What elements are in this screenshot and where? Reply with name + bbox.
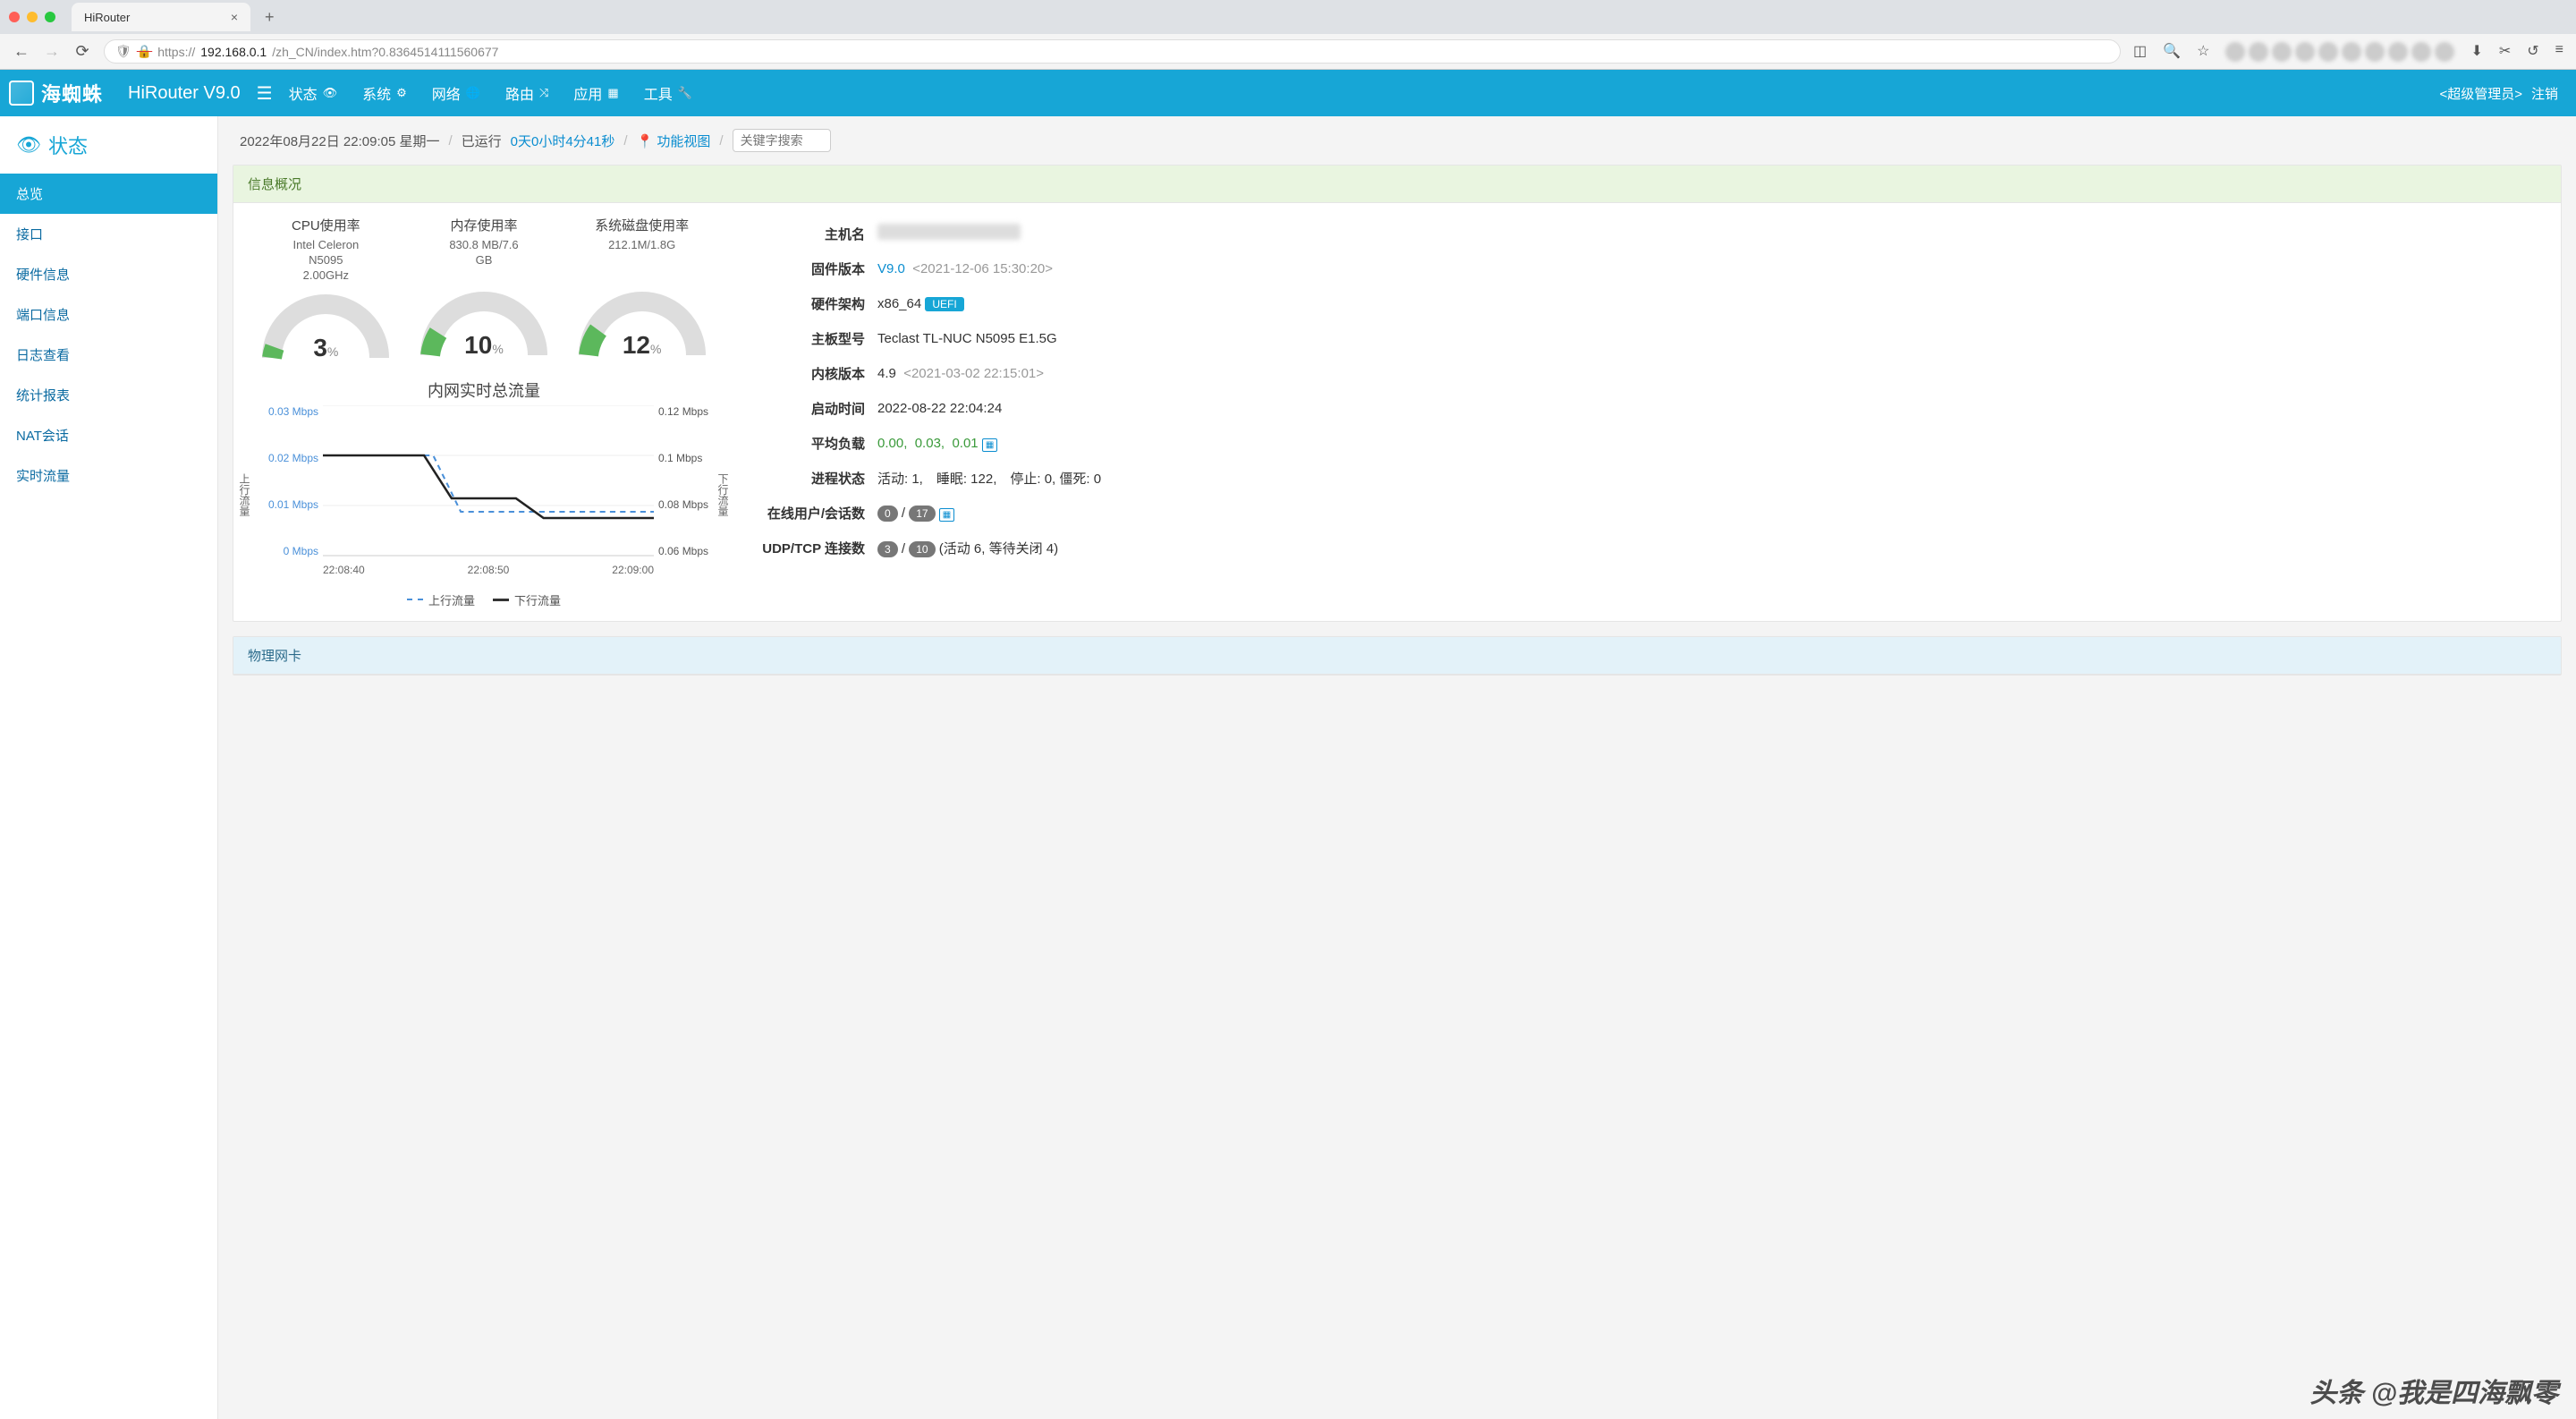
panel-header-overview: 信息概况 <box>233 166 2561 203</box>
nav-network[interactable]: 网络🌐 <box>432 82 480 104</box>
zoom-icon[interactable]: 🔍 <box>2163 42 2181 62</box>
traffic-plot <box>323 405 654 557</box>
traffic-chart: 内网实时总流量 上行流量 下行流量 0.03 Mbps0.02 Mbps0.01… <box>251 378 716 608</box>
chart-legend: 上行流量 下行流量 <box>251 591 716 608</box>
app-title: HiRouter V9.0 <box>128 83 241 104</box>
gear-icon: ⚙ <box>396 86 407 100</box>
grid-icon: ▦ <box>607 86 618 100</box>
logo[interactable]: 海蜘蛛 <box>0 79 112 107</box>
y-axis-right: 0.12 Mbps0.1 Mbps0.08 Mbps0.06 Mbps <box>658 405 716 557</box>
window-maximize[interactable] <box>45 12 55 22</box>
sidebar: 👁 状态 总览 接口 硬件信息 端口信息 日志查看 统计报表 NAT会话 实时流… <box>0 116 218 1419</box>
gauge-disk: 系统磁盘使用率 212.1M/1.8G 12% <box>571 216 714 362</box>
window-controls <box>9 12 55 22</box>
eye-icon: 👁 <box>16 133 41 157</box>
browser-tab[interactable]: HiRouter × <box>72 3 250 31</box>
hostname-value <box>877 224 1021 240</box>
sidebar-item-traffic[interactable]: 实时流量 <box>0 455 217 496</box>
system-info: 主机名 固件版本V9.0 <2021-12-06 15:30:20> 硬件架构x… <box>734 216 2543 608</box>
gauges: CPU使用率 Intel CeleronN50952.00GHz 3% 内存 <box>251 216 716 362</box>
logout-link[interactable]: 注销 <box>2531 84 2558 103</box>
close-icon[interactable]: × <box>231 10 238 24</box>
sidebar-item-log[interactable]: 日志查看 <box>0 335 217 375</box>
sidebar-item-port[interactable]: 端口信息 <box>0 294 217 335</box>
sidebar-item-interface[interactable]: 接口 <box>0 214 217 254</box>
breadcrumb: 2022年08月22日 22:09:05 星期一 / 已运行 0天0小时4分41… <box>233 116 2562 165</box>
reload-button[interactable]: ⟳ <box>73 42 91 61</box>
url-path: /zh_CN/index.htm?0.8364514111560677 <box>272 45 498 59</box>
new-tab-button[interactable]: + <box>258 8 282 27</box>
user-area: <超级管理员> 注销 <box>2439 84 2558 103</box>
gauge-cpu: CPU使用率 Intel CeleronN50952.00GHz 3% <box>254 216 397 362</box>
uptime-label: 已运行 <box>462 132 502 150</box>
nav-tools[interactable]: 工具🔧 <box>644 82 692 104</box>
nav-status[interactable]: 状态👁 <box>289 82 338 104</box>
nav-system[interactable]: 系统⚙ <box>362 82 407 104</box>
bookmark-icon[interactable]: ☆ <box>2197 42 2209 62</box>
sidebar-item-nat[interactable]: NAT会话 <box>0 415 217 455</box>
sidebar-item-hardware[interactable]: 硬件信息 <box>0 254 217 294</box>
chart-icon[interactable]: ▦ <box>982 438 997 452</box>
globe-icon: 🌐 <box>466 86 480 100</box>
datetime: 2022年08月22日 22:09:05 星期一 <box>240 132 439 150</box>
translate-icon[interactable]: ◫ <box>2133 42 2147 62</box>
menu-icon[interactable]: ≡ <box>2555 42 2563 62</box>
nav-app[interactable]: 应用▦ <box>573 82 618 104</box>
search-input[interactable] <box>733 129 831 152</box>
panel-overview: 信息概况 CPU使用率 Intel CeleronN50952.00GHz 3 <box>233 165 2562 622</box>
scissors-icon[interactable]: ✂ <box>2499 42 2511 62</box>
chart-icon[interactable]: ▦ <box>939 508 954 522</box>
gauge-memory: 内存使用率 830.8 MB/7.6GB 10% <box>412 216 555 362</box>
sidebar-item-overview[interactable]: 总览 <box>0 174 217 214</box>
logo-text: 海蜘蛛 <box>41 79 103 107</box>
history-icon[interactable]: ↺ <box>2527 42 2538 62</box>
top-nav: 状态👁 系统⚙ 网络🌐 路由⤨ 应用▦ 工具🔧 <box>289 82 692 104</box>
sidebar-title: 👁 状态 <box>0 116 217 174</box>
tab-bar: HiRouter × + <box>0 0 2576 34</box>
window-minimize[interactable] <box>27 12 38 22</box>
watermark: 头条 @我是四海飘零 <box>2309 1371 2558 1410</box>
address-bar: ← → ⟳ 🛡 🔒 https:// 192.168.0.1/zh_CN/inde… <box>0 34 2576 70</box>
url-protocol: https:// <box>157 45 195 59</box>
function-view-link[interactable]: 📍 功能视图 <box>637 132 711 150</box>
url-host: 192.168.0.1 <box>200 45 267 59</box>
browser-chrome: HiRouter × + ← → ⟳ 🛡 🔒 https:// 192.168.0… <box>0 0 2576 70</box>
eye-icon: 👁 <box>323 86 338 100</box>
extension-icons <box>2225 42 2454 62</box>
x-axis: 22:08:4022:08:5022:09:00 <box>323 560 654 580</box>
tab-title: HiRouter <box>84 11 130 24</box>
app-header: 海蜘蛛 HiRouter V9.0 ☰ 状态👁 系统⚙ 网络🌐 路由⤨ 应用▦ … <box>0 70 2576 116</box>
user-role: <超级管理员> <box>2439 84 2522 103</box>
uefi-badge: UEFI <box>925 297 963 311</box>
forward-button[interactable]: → <box>43 42 61 61</box>
back-button[interactable]: ← <box>13 42 30 61</box>
content: 2022年08月22日 22:09:05 星期一 / 已运行 0天0小时4分41… <box>218 116 2576 1419</box>
hamburger-icon[interactable]: ☰ <box>257 82 273 105</box>
url-input[interactable]: 🛡 🔒 https:// 192.168.0.1/zh_CN/index.htm?… <box>104 39 2121 64</box>
sidebar-item-stats[interactable]: 统计报表 <box>0 375 217 415</box>
panel-header-nic: 物理网卡 <box>233 637 2561 675</box>
wrench-icon: 🔧 <box>678 86 692 100</box>
insecure-icon: 🔒 <box>137 44 152 59</box>
nav-route[interactable]: 路由⤨ <box>505 82 548 104</box>
y-axis-left: 0.03 Mbps0.02 Mbps0.01 Mbps0 Mbps <box>251 405 318 557</box>
panel-nic: 物理网卡 <box>233 636 2562 676</box>
shield-icon: 🛡 <box>115 44 131 59</box>
toolbar-icons: ◫ 🔍 ☆ ⬇ ✂ ↺ ≡ <box>2133 42 2563 62</box>
uptime-value: 0天0小时4分41秒 <box>511 132 615 150</box>
logo-icon <box>9 81 34 106</box>
shuffle-icon: ⤨ <box>539 86 548 100</box>
window-close[interactable] <box>9 12 20 22</box>
download-icon[interactable]: ⬇ <box>2470 42 2482 62</box>
